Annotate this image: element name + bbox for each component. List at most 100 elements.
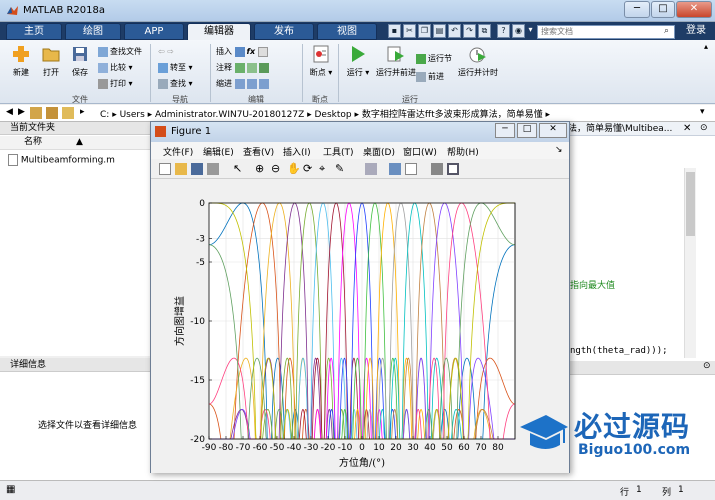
run-button[interactable]: 运行 ▾ bbox=[340, 44, 376, 90]
find-files-label: 查找文件 bbox=[110, 47, 142, 56]
menu-desktop[interactable]: 桌面(D) bbox=[363, 145, 395, 158]
tab-view[interactable]: 视图 bbox=[317, 23, 377, 40]
run-and-time-button[interactable]: 运行并计时 bbox=[458, 44, 498, 90]
pointer-icon[interactable]: ↖ bbox=[233, 163, 245, 175]
figure-plot-area[interactable]: -90 -80 -70 -60 -50 -40 -30 -20 -10 0 10 20 30 40 50 60… bbox=[151, 179, 569, 473]
pan-icon[interactable]: ✋ bbox=[287, 163, 301, 175]
editor-scrollbar[interactable] bbox=[684, 168, 696, 358]
zoom-in-icon[interactable]: ⊕ bbox=[255, 163, 267, 175]
redo-quick-button[interactable]: ↷ bbox=[463, 24, 476, 38]
hide-plot-tools-icon[interactable] bbox=[431, 163, 443, 175]
figure-close-button[interactable]: ✕ bbox=[539, 123, 567, 138]
print-label: 打印 bbox=[110, 79, 126, 88]
status-menu-icon[interactable]: ▦ bbox=[6, 484, 15, 495]
tab-editor[interactable]: 编辑器 bbox=[187, 23, 251, 40]
data-cursor-icon[interactable]: ⌖ bbox=[319, 163, 331, 175]
copy-icon: ❐ bbox=[420, 26, 429, 35]
breadcrumb-drive[interactable]: C: bbox=[100, 110, 109, 120]
scroll-thumb[interactable] bbox=[686, 172, 695, 236]
help-quick-button[interactable]: ? bbox=[497, 24, 510, 38]
show-plot-tools-icon[interactable] bbox=[447, 163, 459, 175]
save-figure-icon[interactable] bbox=[191, 163, 203, 175]
advance-button[interactable]: 前进 bbox=[416, 70, 444, 84]
breadcrumb: C: ▸ Users ▸ Administrator.WIN7U-2018012… bbox=[100, 110, 550, 120]
login-button[interactable]: 登录 bbox=[679, 24, 713, 39]
command-window-menu-icon[interactable]: ⊙ bbox=[703, 361, 711, 371]
figure-titlebar[interactable]: Figure 1 ─ □ ✕ bbox=[151, 122, 569, 142]
colorbar-icon[interactable] bbox=[389, 163, 401, 175]
compare-button[interactable]: 比较 ▾ bbox=[98, 61, 133, 75]
toolstrip-separator bbox=[338, 44, 339, 102]
zoom-out-icon[interactable]: ⊖ bbox=[271, 163, 283, 175]
switch-window-button[interactable]: ⧉ bbox=[478, 24, 491, 38]
find-files-button[interactable]: 查找文件 bbox=[98, 45, 142, 59]
new-label: 新建 bbox=[13, 68, 29, 77]
y-tick-label: -10 bbox=[190, 317, 205, 327]
new-figure-icon[interactable] bbox=[159, 163, 171, 175]
tab-home[interactable]: 主页 bbox=[6, 23, 62, 40]
menu-tools[interactable]: 工具(T) bbox=[323, 145, 354, 158]
figure-dock-icon[interactable]: ↘ bbox=[555, 145, 563, 155]
brush-icon[interactable]: ✎ bbox=[335, 163, 347, 175]
open-file-icon[interactable] bbox=[175, 163, 187, 175]
back-icon[interactable]: ◀ bbox=[6, 107, 13, 117]
breadcrumb-users[interactable]: Users bbox=[120, 110, 145, 120]
minimize-button[interactable]: ─ bbox=[624, 1, 650, 18]
rotate-icon[interactable]: ⟳ bbox=[303, 163, 315, 175]
save-button[interactable]: 保存 bbox=[62, 44, 98, 90]
print-button[interactable]: 打印 ▾ bbox=[98, 77, 133, 91]
tab-plots[interactable]: 绘图 bbox=[65, 23, 121, 40]
name-column-header[interactable]: 名称 ▲ bbox=[0, 136, 152, 150]
cut-quick-button[interactable]: ✂ bbox=[403, 24, 416, 38]
address-dropdown-icon[interactable]: ▾ bbox=[700, 107, 705, 117]
save-icon: ▪ bbox=[391, 26, 398, 35]
figure-minimize-button[interactable]: ─ bbox=[495, 123, 515, 138]
print-figure-icon[interactable] bbox=[207, 163, 219, 175]
run-advance-button[interactable]: 运行并前进 bbox=[376, 44, 416, 90]
search-icon[interactable]: ⌕ bbox=[664, 26, 669, 36]
search-documentation-input[interactable]: 搜索文档 bbox=[537, 25, 675, 39]
editor-close-icon[interactable]: ✕ bbox=[683, 123, 691, 134]
collapse-toolstrip-icon[interactable]: ▴ bbox=[704, 42, 708, 51]
save-quick-button[interactable]: ▪ bbox=[388, 24, 401, 38]
community-button[interactable]: ◉ bbox=[512, 24, 525, 38]
nav-back-forward[interactable]: ⇦ ⇨ bbox=[158, 45, 174, 59]
paste-quick-button[interactable]: ▤ bbox=[433, 24, 446, 38]
close-button[interactable]: ✕ bbox=[676, 1, 712, 18]
link-plot-icon[interactable] bbox=[365, 163, 377, 175]
undo-quick-button[interactable]: ↶ bbox=[448, 24, 461, 38]
tab-apps[interactable]: APP bbox=[124, 23, 184, 40]
up-folder-icon[interactable] bbox=[46, 107, 58, 119]
breadcrumb-project[interactable]: 数字相控阵雷达fft多波束形成算法，简单易懂 bbox=[362, 110, 543, 120]
menu-file[interactable]: 文件(F) bbox=[163, 145, 193, 158]
legend-icon[interactable] bbox=[405, 163, 417, 175]
file-list-item[interactable]: Multibeamforming.m bbox=[8, 154, 115, 166]
comment-button[interactable]: 注释 bbox=[216, 61, 271, 75]
editor-menu-icon[interactable]: ⊙ bbox=[700, 123, 708, 133]
browse-folder-icon[interactable] bbox=[30, 107, 42, 119]
menu-window[interactable]: 窗口(W) bbox=[403, 145, 437, 158]
folder-icon bbox=[62, 107, 74, 119]
copy-quick-button[interactable]: ❐ bbox=[418, 24, 431, 38]
breadcrumb-desktop[interactable]: Desktop bbox=[315, 110, 352, 120]
indent-button[interactable]: 缩进 bbox=[216, 77, 271, 91]
menu-insert[interactable]: 插入(I) bbox=[283, 145, 311, 158]
breakpoints-button[interactable]: 断点 ▾ bbox=[304, 44, 338, 90]
breadcrumb-user[interactable]: Administrator.WIN7U-20180127Z bbox=[155, 110, 304, 120]
quickaccess-dropdown[interactable]: ▾ bbox=[526, 24, 535, 38]
forward-icon[interactable]: ▶ bbox=[18, 107, 25, 117]
maximize-button[interactable]: □ bbox=[651, 1, 675, 18]
goto-button[interactable]: 转至 ▾ bbox=[158, 61, 193, 75]
menu-edit[interactable]: 编辑(E) bbox=[203, 145, 234, 158]
insert-dropdown-icon bbox=[257, 46, 268, 57]
tab-publish[interactable]: 发布 bbox=[254, 23, 314, 40]
toolstrip-separator bbox=[210, 44, 211, 102]
beam-pattern-chart[interactable]: -90 -80 -70 -60 -50 -40 -30 -20 -10 0 10 20 30 40 50 60… bbox=[151, 179, 569, 473]
menu-help[interactable]: 帮助(H) bbox=[447, 145, 479, 158]
figure-window[interactable]: Figure 1 ─ □ ✕ 文件(F) 编辑(E) 查看(V) 插入(I) 工… bbox=[150, 121, 570, 473]
figure-maximize-button[interactable]: □ bbox=[517, 123, 537, 138]
find-button[interactable]: 查找 ▾ bbox=[158, 77, 193, 91]
menu-view[interactable]: 查看(V) bbox=[243, 145, 274, 158]
run-section-button[interactable]: 运行节 bbox=[416, 52, 452, 66]
insert-button[interactable]: 插入 fx bbox=[216, 45, 270, 59]
